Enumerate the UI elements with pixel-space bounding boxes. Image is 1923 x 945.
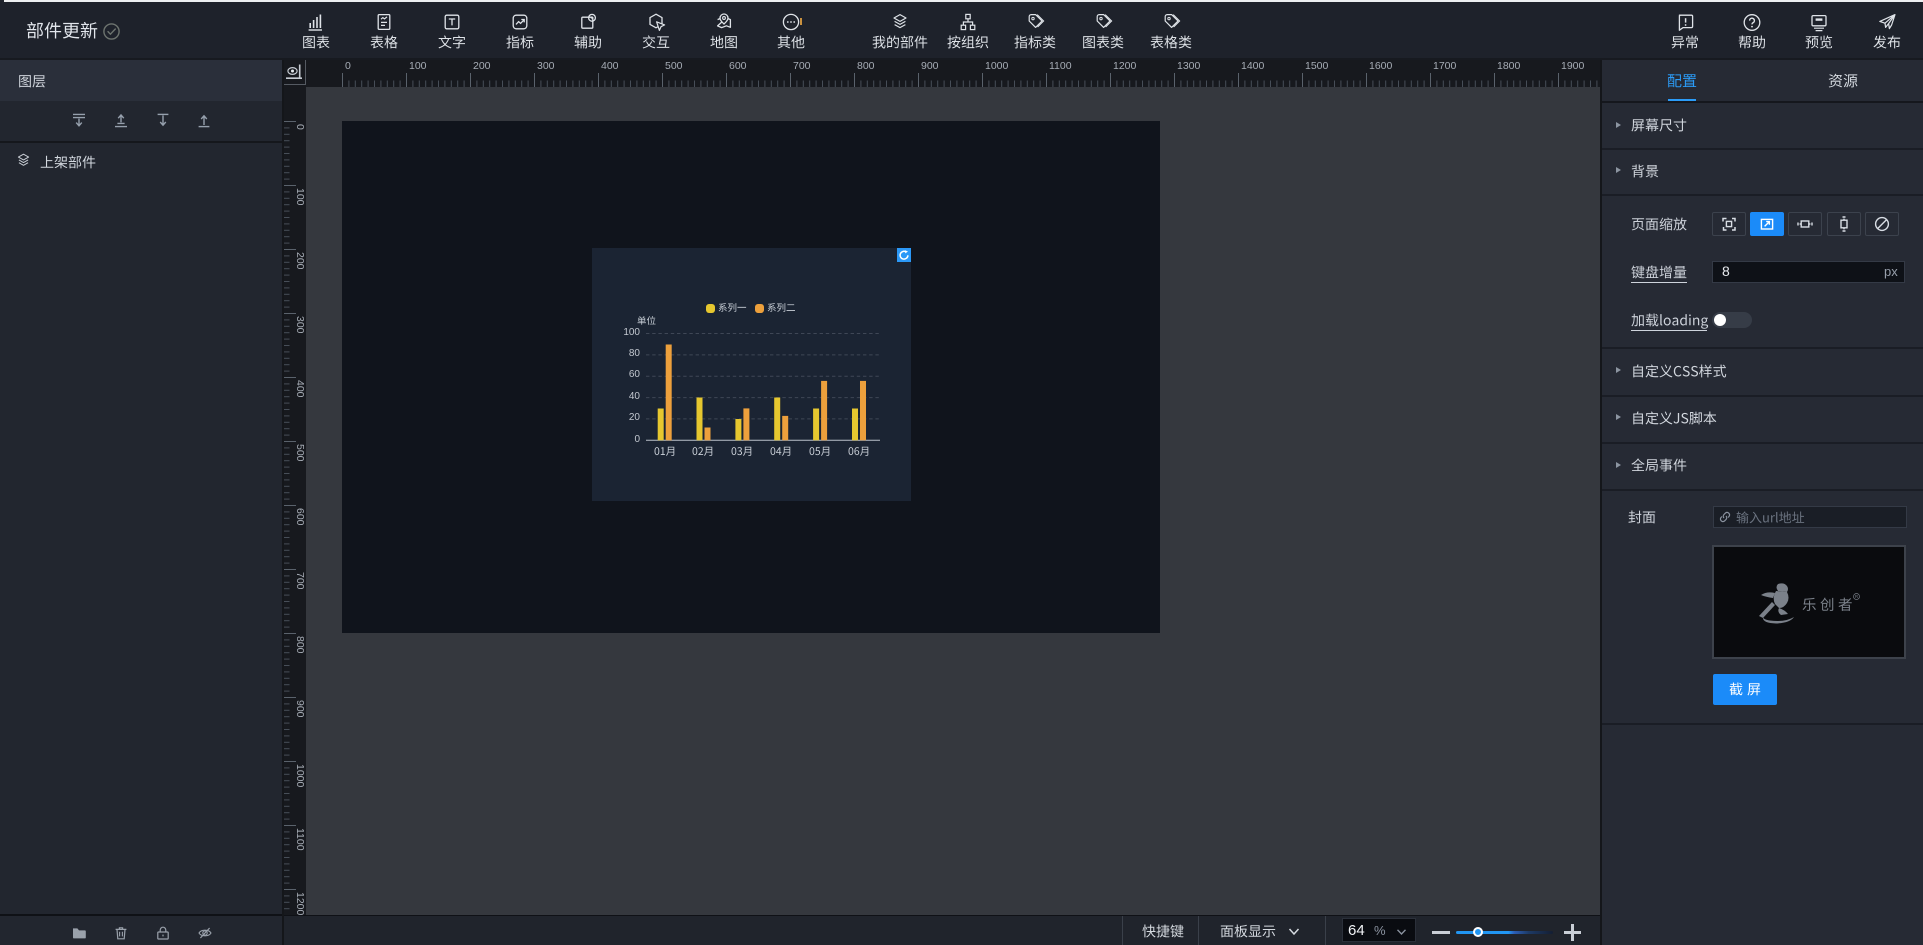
svg-text:R: R — [1855, 594, 1859, 599]
